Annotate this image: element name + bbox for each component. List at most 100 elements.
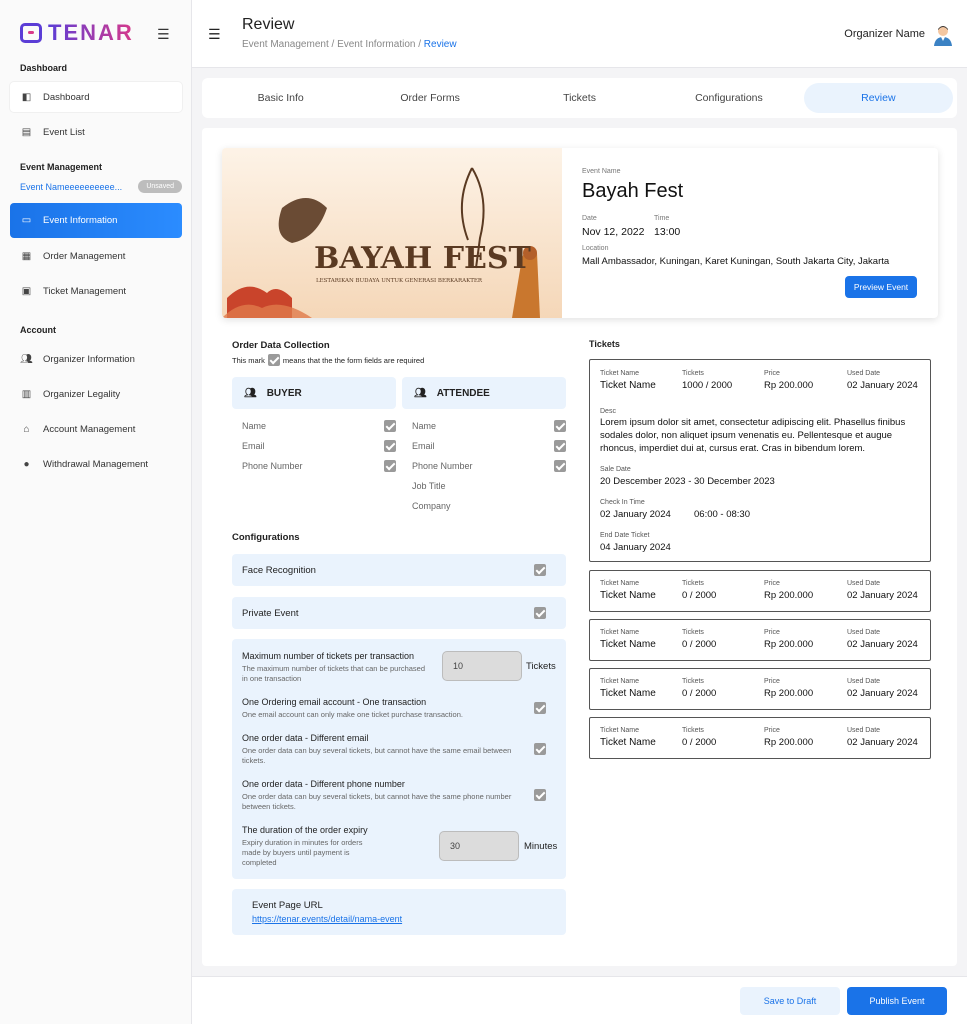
sidebar-item-label: Ticket Management <box>43 285 127 297</box>
sidebar-item-order-management[interactable]: ▦ Order Management <box>10 241 182 271</box>
sidebar: TENAR ☰ Dashboard ◧ Dashboard ▤ Event Li… <box>0 0 192 1024</box>
breadcrumb-separator: / <box>328 39 338 50</box>
field-label: Phone Number <box>412 461 473 471</box>
ticket-price-label: Price <box>764 370 780 377</box>
field-label: Company <box>412 501 451 511</box>
list-item: Name <box>232 416 396 436</box>
expiry-input[interactable]: 30 <box>439 831 519 861</box>
avatar[interactable] <box>933 24 953 46</box>
tab-order-forms[interactable]: Order Forms <box>355 83 504 113</box>
ticket-card[interactable]: Ticket Name Ticket Name Tickets 0 / 2000… <box>589 570 931 612</box>
transaction-config-box: Maximum number of tickets per transactio… <box>232 639 566 879</box>
ticket-price: Rp 200.000 <box>764 737 814 748</box>
expiry-unit: Minutes <box>524 841 558 852</box>
required-checkbox <box>384 420 396 432</box>
list-item: Email <box>402 436 566 456</box>
event-url-link[interactable]: https://tenar.events/detail/nama-event <box>252 914 402 924</box>
tab-configurations[interactable]: Configurations <box>654 83 803 113</box>
required-checkbox <box>554 440 566 452</box>
ticket-used-date-label: Used Date <box>847 629 881 636</box>
organizer-name[interactable]: Organizer Name <box>844 28 925 40</box>
private-event-row: Private Event <box>232 597 566 629</box>
ticket-end-label: End Date Ticket <box>600 532 650 539</box>
id-card-icon: ▭ <box>21 215 32 226</box>
one-email-config: One Ordering email account - One transac… <box>242 697 522 720</box>
event-name: Bayah Fest <box>582 180 684 202</box>
save-draft-button[interactable]: Save to Draft <box>740 987 840 1015</box>
attendee-title: ATTENDEE <box>436 387 490 399</box>
event-summary-card: BAYAH FEST LESTARIKAN BUDAYA UNTUK GENER… <box>222 148 938 318</box>
sidebar-item-withdrawal-management[interactable]: ● Withdrawal Management <box>10 449 182 479</box>
configurations-title: Configurations <box>232 532 300 543</box>
sidebar-draft-event[interactable]: Event Nameeeeeeeeee... Unsaved <box>20 180 182 193</box>
sidebar-item-account-management[interactable]: ⌂ Account Management <box>10 414 182 444</box>
breadcrumb-item[interactable]: Event Information <box>337 39 415 50</box>
ticket-card[interactable]: Ticket Name Ticket Name Tickets 0 / 2000… <box>589 668 931 710</box>
clipboard-icon: ▥ <box>21 388 32 400</box>
ticket-card[interactable]: Ticket Name Ticket Name Tickets 0 / 2000… <box>589 619 931 661</box>
buyer-field-list: Name Email Phone Number <box>232 416 396 476</box>
event-date: Nov 12, 2022 <box>582 226 645 238</box>
preview-event-button[interactable]: Preview Event <box>845 276 917 298</box>
sidebar-item-dashboard[interactable]: ◧ Dashboard <box>10 82 182 112</box>
tab-review[interactable]: Review <box>803 83 954 113</box>
sidebar-item-organizer-legality[interactable]: ▥ Organizer Legality <box>10 379 182 409</box>
breadcrumb-item[interactable]: Event Management <box>242 39 329 50</box>
ticket-name-label: Ticket Name <box>600 727 640 734</box>
sidebar-item-ticket-management[interactable]: ▣ Ticket Management <box>10 276 182 306</box>
ticket-name-label: Ticket Name <box>600 629 640 636</box>
list-item: Name <box>402 416 566 436</box>
buyer-form-header: 👥︎ BUYER <box>232 377 396 409</box>
ticket-price: Rp 200.000 <box>764 590 814 601</box>
logo[interactable]: TENAR <box>20 20 134 46</box>
event-banner-art: BAYAH FEST LESTARIKAN BUDAYA UNTUK GENER… <box>222 167 540 318</box>
ticket-count: 0 / 2000 <box>682 737 717 748</box>
max-tickets-input[interactable]: 10 <box>442 651 522 681</box>
event-date-label: Date <box>582 215 597 222</box>
ticket-name-label: Ticket Name <box>600 580 640 587</box>
ticket-count: 0 / 2000 <box>682 590 717 601</box>
ticket-checkin-label: Check In Time <box>600 499 645 506</box>
ticket-count-label: Tickets <box>682 370 704 377</box>
ticket-card[interactable]: Ticket Name Ticket Name Tickets 1000 / 2… <box>589 359 931 562</box>
sidebar-item-label: Account Management <box>43 423 136 435</box>
one-email-checkbox <box>534 702 546 714</box>
sidebar-collapse-icon[interactable]: ☰ <box>157 26 170 43</box>
sidebar-item-label: Organizer Legality <box>43 388 121 400</box>
sidebar-item-event-information[interactable]: ▭ Event Information <box>10 203 182 238</box>
config-description: Expiry duration in minutes for orders ma… <box>242 838 363 867</box>
event-name-label: Event Name <box>582 168 621 175</box>
event-time: 13:00 <box>654 226 681 238</box>
config-title: Maximum number of tickets per transactio… <box>242 651 415 661</box>
breadcrumb: Event Management / Event Information / R… <box>242 39 457 50</box>
menu-icon[interactable]: ☰ <box>208 26 221 43</box>
config-title: One Ordering email account - One transac… <box>242 697 427 707</box>
tab-tickets[interactable]: Tickets <box>505 83 654 113</box>
sidebar-item-label: Dashboard <box>43 91 90 103</box>
ticket-count: 0 / 2000 <box>682 639 717 650</box>
sidebar-item-label: Withdrawal Management <box>43 458 149 470</box>
ticket-used-date: 02 January 2024 <box>847 380 918 391</box>
bank-icon: ⌂ <box>23 423 30 435</box>
ticket-count: 1000 / 2000 <box>682 380 733 391</box>
ticket-price: Rp 200.000 <box>764 380 814 391</box>
required-mark-note: This mark means that the the form fields… <box>232 354 424 366</box>
sidebar-item-organizer-information[interactable]: 👥︎ Organizer Information <box>10 344 182 374</box>
ticket-price-label: Price <box>764 727 780 734</box>
sidebar-item-event-list[interactable]: ▤ Event List <box>10 117 182 147</box>
ticket-price-label: Price <box>764 678 780 685</box>
publish-event-button[interactable]: Publish Event <box>847 987 947 1015</box>
review-panel: BAYAH FEST LESTARIKAN BUDAYA UNTUK GENER… <box>202 128 957 966</box>
header: ☰ Review Event Management / Event Inform… <box>192 0 967 68</box>
different-email-checkbox <box>534 743 546 755</box>
ticket-card[interactable]: Ticket Name Ticket Name Tickets 0 / 2000… <box>589 717 931 759</box>
config-description: One order data can buy several tickets, … <box>242 792 512 811</box>
users-icon: 👥︎ <box>414 387 427 399</box>
config-label: Private Event <box>242 607 299 619</box>
ticket-checkin-date: 02 January 2024 <box>600 509 671 520</box>
tab-basic-info[interactable]: Basic Info <box>206 83 355 113</box>
ticket-description: Lorem ipsum dolor sit amet, consectetur … <box>600 417 906 454</box>
attendee-field-list: Name Email Phone Number Job Title Compan… <box>402 416 566 516</box>
ticket-used-date: 02 January 2024 <box>847 737 918 748</box>
field-label: Job Title <box>412 481 446 491</box>
